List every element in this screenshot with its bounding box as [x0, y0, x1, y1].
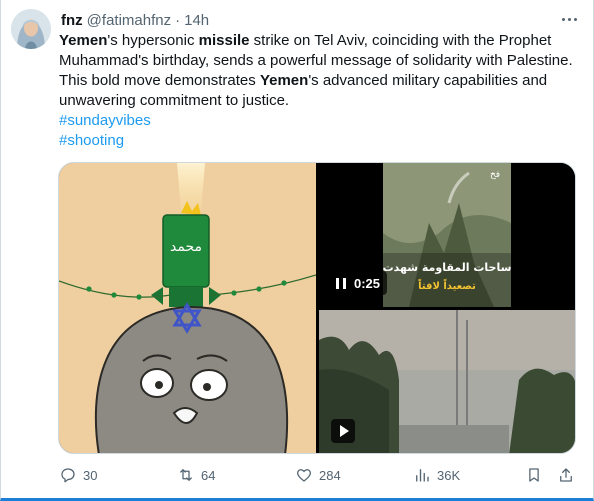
views-count: 36K — [437, 467, 461, 483]
hashtag-link[interactable]: #shooting — [59, 131, 124, 151]
tweet-card[interactable]: fnz @fatimahfnz · 14h Yemen's hypersonic… — [0, 0, 594, 501]
video-duration: 0:25 — [354, 275, 381, 291]
video-overlay-line1: ساحات المقاومة شهدت — [383, 261, 512, 274]
repost-button[interactable]: 64 — [177, 465, 215, 485]
tweet-text-part: 's hypersonic — [107, 32, 199, 49]
action-bar: 30 64 284 36K — [59, 465, 579, 485]
author-handle[interactable]: @fatimahfnz — [87, 12, 171, 29]
more-icon[interactable] — [558, 9, 580, 29]
separator-dot: · — [175, 11, 181, 29]
cartoon-label: محمد — [170, 239, 202, 255]
keyword-yemen: Yemen — [259, 72, 309, 89]
like-icon — [296, 469, 312, 482]
bookmark-icon — [529, 468, 539, 482]
tweet-text: Yemen's hypersonic missile strike on Tel… — [59, 31, 579, 111]
video-player[interactable]: ساحات المقاومة شهدت تصعيداً لافتاً فخ 0:… — [319, 163, 575, 307]
avatar[interactable] — [11, 9, 51, 49]
author-name[interactable]: fnz — [61, 12, 83, 29]
share-button[interactable] — [557, 465, 575, 485]
video-thumbnail[interactable] — [319, 310, 575, 453]
reply-button[interactable]: 30 — [59, 465, 97, 485]
tweet-header: fnz @fatimahfnz · 14h — [61, 10, 209, 30]
reply-count: 30 — [83, 467, 98, 483]
views-button[interactable]: 36K — [413, 465, 460, 485]
keyword-missile: missile — [198, 32, 250, 49]
repost-count: 64 — [201, 467, 216, 483]
hashtag-link[interactable]: #sundayvibes — [59, 111, 151, 131]
play-icon[interactable] — [331, 419, 355, 443]
channel-logo: فخ — [490, 170, 500, 180]
avatar-image — [11, 9, 51, 49]
like-button[interactable]: 284 — [295, 465, 341, 485]
pause-icon[interactable] — [336, 277, 346, 289]
timestamp[interactable]: 14h — [184, 12, 209, 29]
cartoon-image[interactable]: محمد — [59, 163, 316, 453]
share-icon — [560, 468, 572, 482]
views-icon — [416, 469, 429, 482]
keyword-yemen: Yemen — [59, 32, 108, 49]
repost-icon — [180, 469, 192, 481]
video-duration-badge[interactable]: 0:25 — [329, 271, 388, 295]
media-grid: محمد ساحات المقاومة شهدت تصعيداً لافتاً … — [58, 162, 576, 454]
bookmark-button[interactable] — [525, 465, 543, 485]
like-count: 284 — [319, 467, 341, 483]
reply-icon — [61, 468, 75, 483]
